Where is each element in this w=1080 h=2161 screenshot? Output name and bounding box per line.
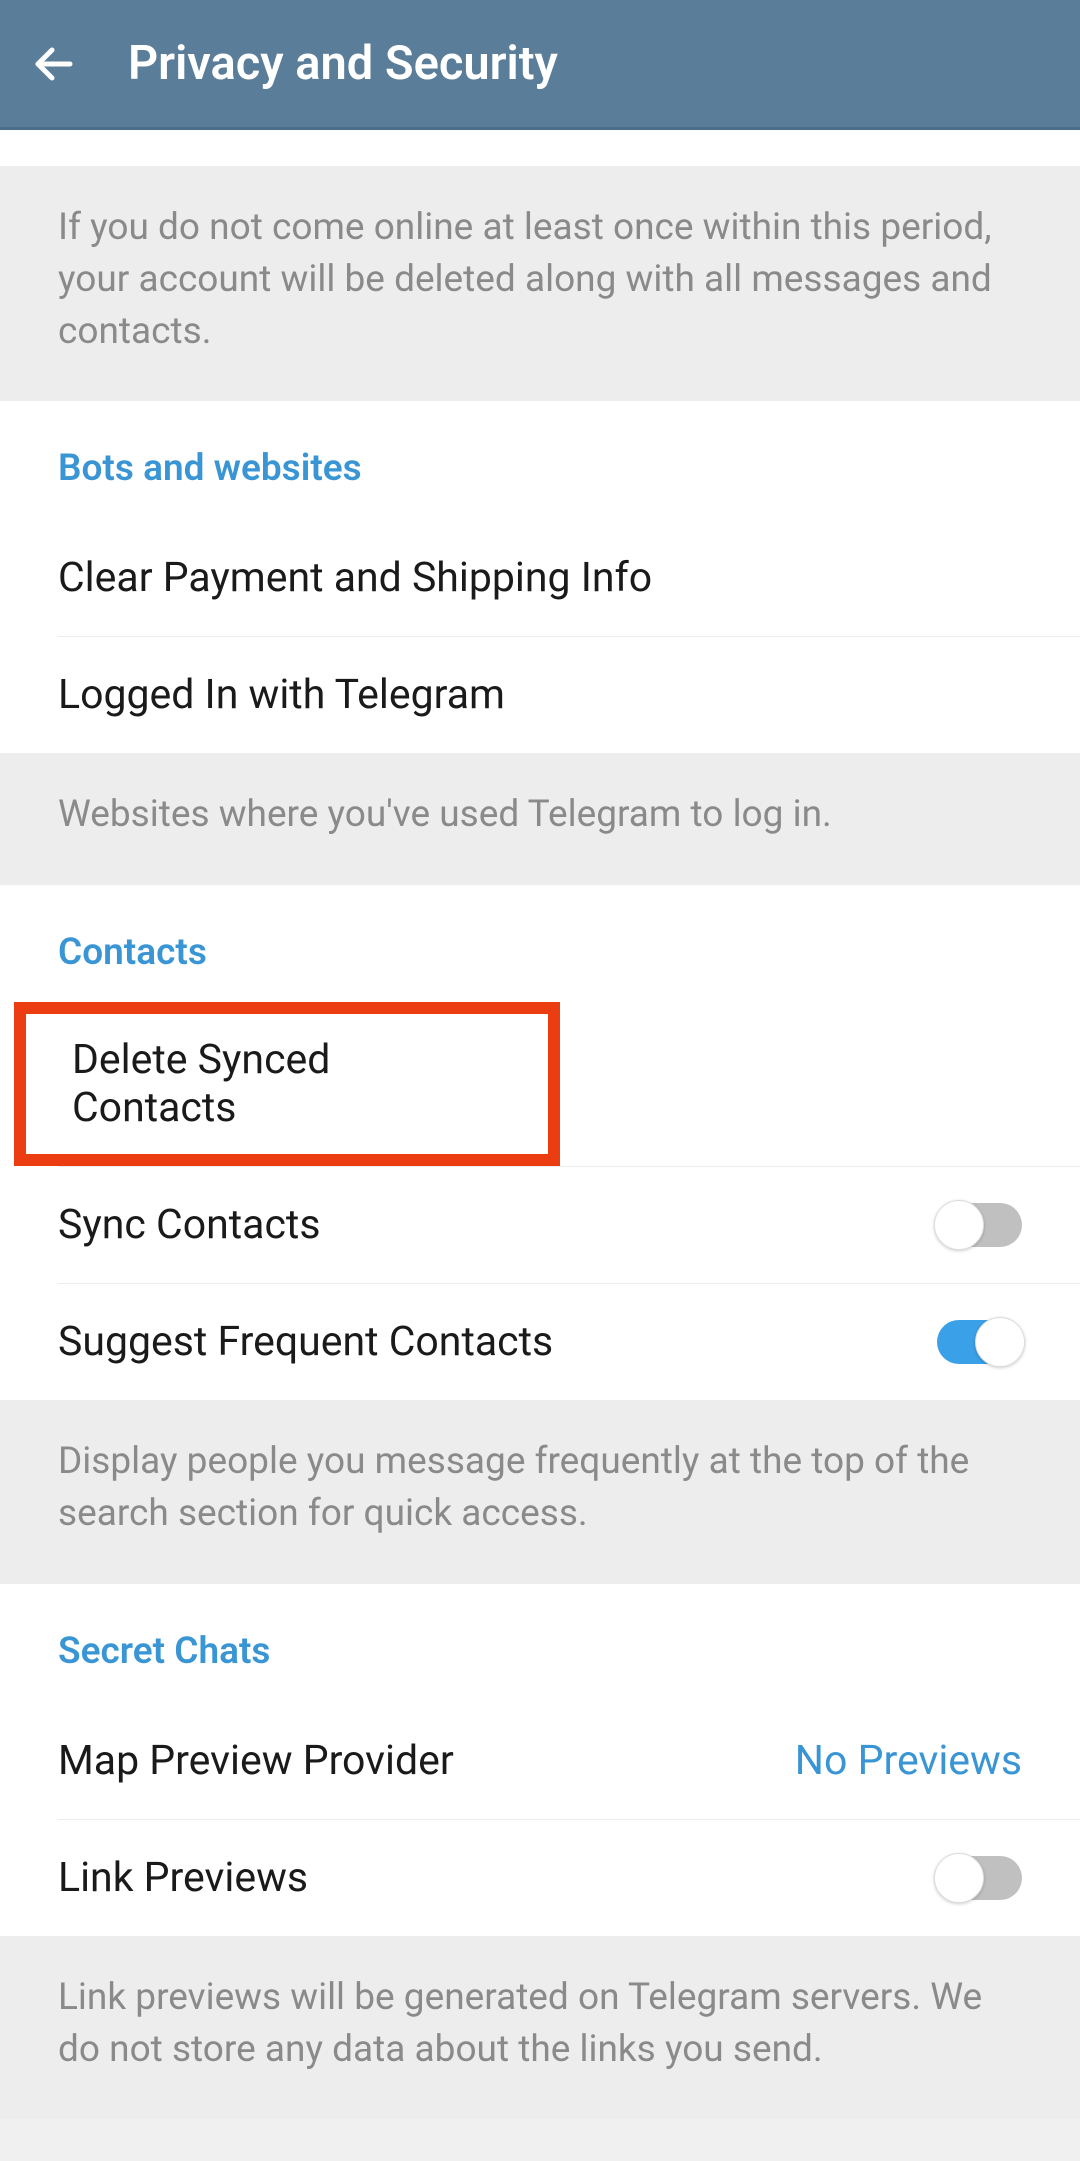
secret-chats-footer: Link previews will be generated on Teleg… xyxy=(0,1936,1080,2120)
toggle-knob xyxy=(934,1853,984,1903)
app-header: Privacy and Security xyxy=(0,0,1080,130)
account-deletion-description: If you do not come online at least once … xyxy=(0,166,1080,401)
delete-synced-contacts-label: Delete Synced Contacts xyxy=(72,1036,502,1132)
secret-chats-section-header: Secret Chats xyxy=(0,1584,1080,1703)
back-arrow-icon[interactable] xyxy=(30,40,78,88)
map-preview-label: Map Preview Provider xyxy=(58,1737,454,1785)
contacts-section: Contacts Delete Synced Contacts Sync Con… xyxy=(0,885,1080,1400)
sync-contacts-toggle[interactable] xyxy=(937,1203,1022,1247)
link-previews-label: Link Previews xyxy=(58,1854,308,1902)
logged-in-row[interactable]: Logged In with Telegram xyxy=(0,637,1080,753)
suggest-frequent-label: Suggest Frequent Contacts xyxy=(58,1318,553,1366)
link-previews-row[interactable]: Link Previews xyxy=(0,1820,1080,1936)
secret-chats-section: Secret Chats Map Preview Provider No Pre… xyxy=(0,1584,1080,1936)
contacts-footer: Display people you message frequently at… xyxy=(0,1400,1080,1584)
clear-payment-label: Clear Payment and Shipping Info xyxy=(58,554,652,602)
contacts-section-header: Contacts xyxy=(0,885,1080,1004)
bots-section-header: Bots and websites xyxy=(0,401,1080,520)
sync-contacts-label: Sync Contacts xyxy=(58,1201,320,1249)
bots-section: Bots and websites Clear Payment and Ship… xyxy=(0,401,1080,753)
map-preview-row[interactable]: Map Preview Provider No Previews xyxy=(0,1703,1080,1819)
sync-contacts-row[interactable]: Sync Contacts xyxy=(0,1167,1080,1283)
logged-in-label: Logged In with Telegram xyxy=(58,671,505,719)
divider-strip xyxy=(0,130,1080,166)
suggest-frequent-toggle[interactable] xyxy=(937,1320,1022,1364)
clear-payment-row[interactable]: Clear Payment and Shipping Info xyxy=(0,520,1080,636)
page-title: Privacy and Security xyxy=(128,36,558,91)
link-previews-toggle[interactable] xyxy=(937,1856,1022,1900)
toggle-knob xyxy=(934,1200,984,1250)
map-preview-value: No Previews xyxy=(795,1737,1022,1785)
bots-footer: Websites where you've used Telegram to l… xyxy=(0,753,1080,885)
toggle-knob xyxy=(975,1317,1025,1367)
suggest-frequent-row[interactable]: Suggest Frequent Contacts xyxy=(0,1284,1080,1400)
delete-synced-contacts-row[interactable]: Delete Synced Contacts xyxy=(14,1002,560,1166)
